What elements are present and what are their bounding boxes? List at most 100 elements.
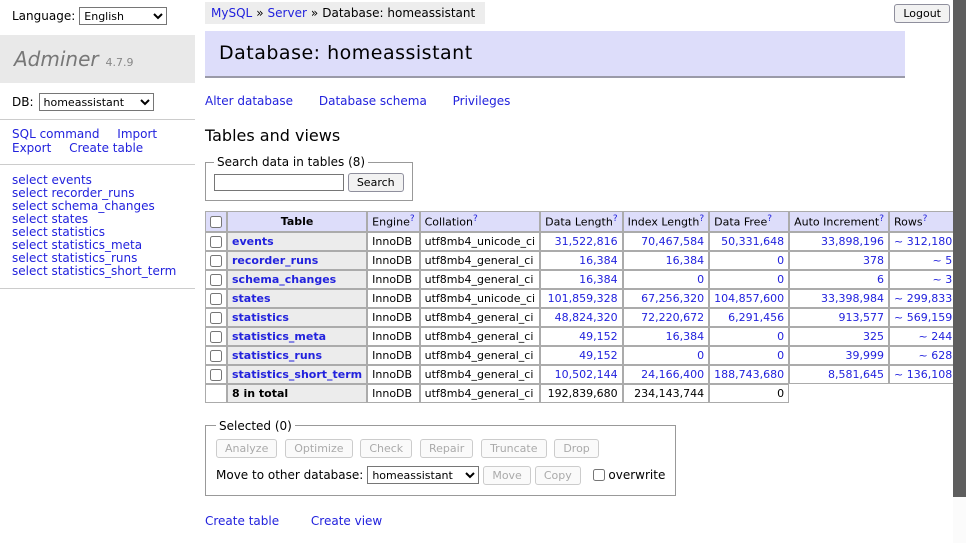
- table-name-link[interactable]: recorder_runs: [232, 254, 318, 267]
- cell-data-length[interactable]: 16,384: [540, 251, 622, 270]
- optimize-button[interactable]: Optimize: [285, 439, 352, 458]
- truncate-button[interactable]: Truncate: [481, 439, 546, 458]
- sidebar-item-select-statistics-short-term[interactable]: select statistics_short_term: [12, 265, 195, 278]
- import-link[interactable]: Import: [117, 127, 157, 141]
- cell-data-free[interactable]: 0: [709, 270, 789, 289]
- row-checkbox[interactable]: [210, 293, 222, 305]
- cell-index-length[interactable]: 70,467,584: [623, 232, 710, 251]
- help-icon[interactable]: ?: [699, 214, 704, 224]
- help-icon[interactable]: ?: [473, 214, 478, 224]
- cell-data-length[interactable]: 31,522,816: [540, 232, 622, 251]
- cell-data-free[interactable]: 188,743,680: [709, 365, 789, 384]
- cell-auto-increment[interactable]: 378: [789, 251, 889, 270]
- cell-rows[interactable]: ~ 569,159: [889, 308, 957, 327]
- cell-index-length[interactable]: 0: [623, 270, 710, 289]
- table-name-link[interactable]: statistics: [232, 311, 289, 324]
- privileges-link[interactable]: Privileges: [453, 94, 511, 108]
- cell-data-length[interactable]: 101,859,328: [540, 289, 622, 308]
- search-button[interactable]: Search: [348, 173, 404, 192]
- drop-button[interactable]: Drop: [554, 439, 598, 458]
- database-schema-link[interactable]: Database schema: [319, 94, 427, 108]
- table-name-link[interactable]: statistics_runs: [232, 349, 322, 362]
- cell-data-free[interactable]: 0: [709, 327, 789, 346]
- move-database-select[interactable]: homeassistant: [367, 466, 479, 484]
- table-name-link[interactable]: schema_changes: [232, 273, 336, 286]
- cell-data-free[interactable]: 0: [709, 251, 789, 270]
- check-button[interactable]: Check: [360, 439, 412, 458]
- sidebar-item-select-statistics-runs[interactable]: select statistics_runs: [12, 252, 195, 265]
- sidebar-item-select-schema-changes[interactable]: select schema_changes: [12, 200, 195, 213]
- row-checkbox[interactable]: [210, 331, 222, 343]
- move-button[interactable]: Move: [483, 466, 531, 485]
- create-view-link[interactable]: Create view: [311, 514, 382, 528]
- cell-auto-increment[interactable]: 913,577: [789, 308, 889, 327]
- help-icon[interactable]: ?: [879, 214, 884, 224]
- help-icon[interactable]: ?: [923, 214, 928, 224]
- select-all-checkbox[interactable]: [210, 216, 222, 228]
- cell-rows[interactable]: ~ 244: [889, 327, 957, 346]
- copy-button[interactable]: Copy: [535, 466, 581, 485]
- overwrite-checkbox[interactable]: [593, 469, 605, 481]
- cell-auto-increment[interactable]: 39,999: [789, 346, 889, 365]
- row-checkbox[interactable]: [210, 369, 222, 381]
- cell-data-length[interactable]: 48,824,320: [540, 308, 622, 327]
- help-icon[interactable]: ?: [767, 214, 772, 224]
- cell-data-length[interactable]: 16,384: [540, 270, 622, 289]
- cell-data-free[interactable]: 104,857,600: [709, 289, 789, 308]
- table-name-link[interactable]: statistics_meta: [232, 330, 326, 343]
- scrollbar-thumb[interactable]: [953, 0, 966, 497]
- sql-command-link[interactable]: SQL command: [12, 127, 99, 141]
- row-checkbox[interactable]: [210, 274, 222, 286]
- cell-data-length[interactable]: 49,152: [540, 346, 622, 365]
- cell-index-length[interactable]: 0: [623, 346, 710, 365]
- cell-rows[interactable]: ~ 628: [889, 346, 957, 365]
- create-table-link[interactable]: Create table: [205, 514, 279, 528]
- cell-rows[interactable]: ~ 136,108: [889, 365, 957, 384]
- cell-index-length[interactable]: 72,220,672: [623, 308, 710, 327]
- language-select[interactable]: English: [79, 7, 167, 25]
- table-row: statistics_meta InnoDB utf8mb4_general_c…: [205, 327, 966, 346]
- cell-rows[interactable]: ~ 312,180: [889, 232, 957, 251]
- help-icon[interactable]: ?: [410, 214, 415, 224]
- alter-database-link[interactable]: Alter database: [205, 94, 293, 108]
- row-checkbox[interactable]: [210, 312, 222, 324]
- create-table-link-sidebar[interactable]: Create table: [69, 141, 143, 155]
- help-icon[interactable]: ?: [613, 214, 618, 224]
- cell-data-length[interactable]: 10,502,144: [540, 365, 622, 384]
- row-checkbox[interactable]: [210, 236, 222, 248]
- vertical-scrollbar[interactable]: [953, 0, 966, 543]
- export-link[interactable]: Export: [12, 141, 51, 155]
- db-select[interactable]: homeassistant: [39, 93, 154, 111]
- row-checkbox[interactable]: [210, 255, 222, 267]
- cell-auto-increment[interactable]: 8,581,645: [789, 365, 889, 384]
- search-input[interactable]: [214, 174, 344, 191]
- cell-auto-increment[interactable]: 33,398,984: [789, 289, 889, 308]
- cell-data-free[interactable]: 0: [709, 346, 789, 365]
- cell-index-length[interactable]: 16,384: [623, 327, 710, 346]
- cell-auto-increment[interactable]: 33,898,196: [789, 232, 889, 251]
- sidebar-item-select-statistics-meta[interactable]: select statistics_meta: [12, 239, 195, 252]
- cell-index-length[interactable]: 16,384: [623, 251, 710, 270]
- table-name-link[interactable]: states: [232, 292, 271, 305]
- sidebar-item-select-recorder-runs[interactable]: select recorder_runs: [12, 187, 195, 200]
- sidebar-item-select-events[interactable]: select events: [12, 174, 195, 187]
- cell-index-length[interactable]: 24,166,400: [623, 365, 710, 384]
- sidebar-item-select-states[interactable]: select states: [12, 213, 195, 226]
- cell-auto-increment[interactable]: 6: [789, 270, 889, 289]
- breadcrumb-server-link[interactable]: Server: [268, 6, 307, 20]
- cell-data-length[interactable]: 49,152: [540, 327, 622, 346]
- table-name-link[interactable]: statistics_short_term: [232, 368, 362, 381]
- cell-auto-increment[interactable]: 325: [789, 327, 889, 346]
- table-name-link[interactable]: events: [232, 235, 274, 248]
- cell-index-length[interactable]: 67,256,320: [623, 289, 710, 308]
- cell-rows[interactable]: ~ 3: [889, 270, 957, 289]
- cell-data-free[interactable]: 6,291,456: [709, 308, 789, 327]
- cell-data-free[interactable]: 50,331,648: [709, 232, 789, 251]
- breadcrumb-mysql-link[interactable]: MySQL: [211, 6, 252, 20]
- row-checkbox[interactable]: [210, 350, 222, 362]
- sidebar-item-select-statistics[interactable]: select statistics: [12, 226, 195, 239]
- cell-rows[interactable]: ~ 5: [889, 251, 957, 270]
- analyze-button[interactable]: Analyze: [216, 439, 277, 458]
- cell-rows[interactable]: ~ 299,833: [889, 289, 957, 308]
- repair-button[interactable]: Repair: [420, 439, 473, 458]
